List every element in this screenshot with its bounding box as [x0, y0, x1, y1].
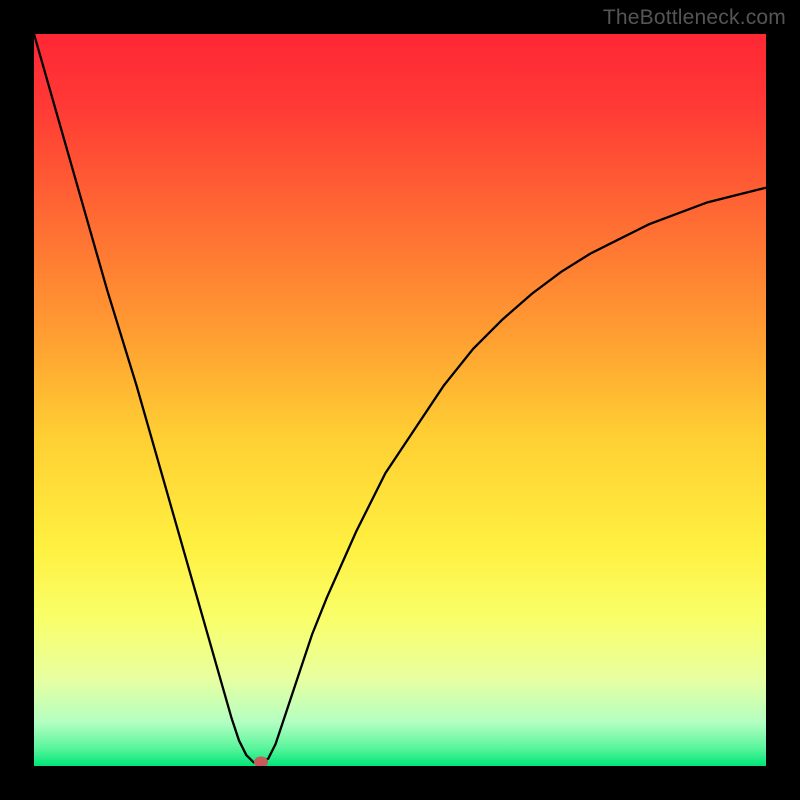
optimal-point-marker [254, 757, 268, 766]
chart-frame: TheBottleneck.com [0, 0, 800, 800]
watermark-text: TheBottleneck.com [603, 6, 786, 30]
bottleneck-curve [34, 34, 766, 766]
plot-area [34, 34, 766, 766]
